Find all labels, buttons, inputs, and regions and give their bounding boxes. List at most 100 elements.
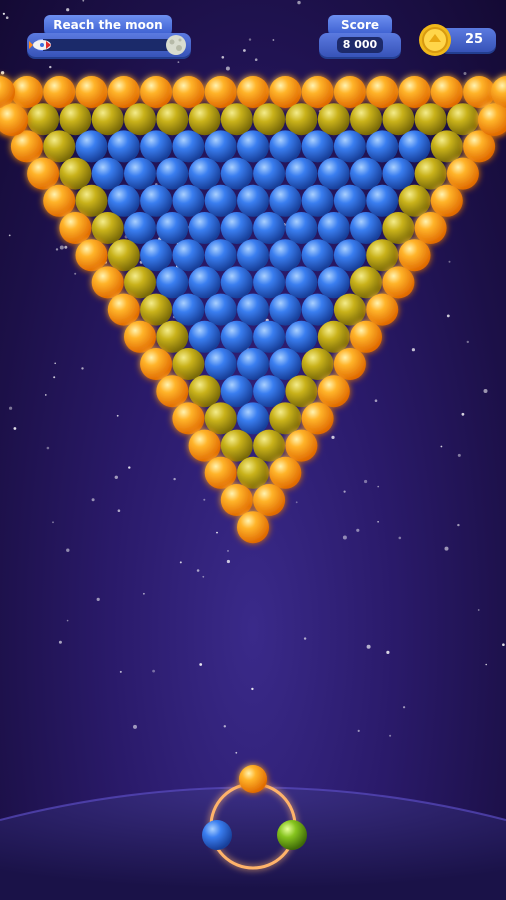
star xyxy=(477,609,480,611)
blue-bubble xyxy=(172,293,205,326)
star xyxy=(243,49,246,52)
coin-count: 25 xyxy=(464,32,484,47)
blue-bubble xyxy=(301,293,334,326)
current-bubble[interactable] xyxy=(239,765,267,793)
score-panel: 8 000 xyxy=(319,33,401,57)
yellow-bubble xyxy=(237,456,269,489)
star xyxy=(483,389,488,393)
orange-bubble xyxy=(0,76,15,108)
blue-bubble xyxy=(398,130,431,163)
star xyxy=(117,509,121,512)
blue-bubble xyxy=(156,157,189,190)
star xyxy=(52,521,54,524)
next-bubble-green[interactable] xyxy=(277,820,307,850)
orange-bubble xyxy=(333,348,366,380)
orange-bubble xyxy=(398,239,431,272)
yellow-bubble xyxy=(91,103,124,136)
yellow-bubble xyxy=(172,348,205,380)
orange-bubble xyxy=(446,157,479,190)
yellow-bubble xyxy=(124,266,156,299)
star xyxy=(223,725,226,728)
yellow-bubble xyxy=(430,130,463,163)
orange-bubble xyxy=(75,76,108,108)
star xyxy=(54,362,56,365)
blue-bubble xyxy=(107,184,140,217)
blue-bubble xyxy=(75,130,108,163)
blue-bubble xyxy=(333,239,366,272)
goal-panel xyxy=(27,33,191,57)
star xyxy=(398,536,402,540)
next-bubble-blue[interactable] xyxy=(202,820,232,850)
yellow-bubble xyxy=(27,103,60,136)
blue-bubble xyxy=(204,348,237,380)
blue-bubble xyxy=(220,212,253,244)
blue-bubble xyxy=(204,293,237,326)
yellow-bubble xyxy=(124,103,156,136)
blue-bubble xyxy=(237,402,269,435)
game-screen: Reach the moon Score 8 000 25 xyxy=(0,0,506,900)
yellow-bubble xyxy=(382,212,415,244)
star xyxy=(82,0,85,2)
orange-bubble xyxy=(269,76,302,108)
orange-bubble xyxy=(107,76,140,108)
blue-bubble xyxy=(253,157,286,190)
star xyxy=(403,706,406,709)
blue-bubble xyxy=(285,320,318,353)
orange-bubble xyxy=(333,76,366,108)
star xyxy=(13,427,17,430)
blue-bubble xyxy=(172,239,205,272)
orange-bubble xyxy=(43,76,76,108)
blue-bubble xyxy=(204,184,237,217)
yellow-bubble xyxy=(91,212,124,244)
orange-bubble xyxy=(430,76,463,108)
blue-bubble xyxy=(269,130,302,163)
blue-bubble xyxy=(366,184,399,217)
orange-bubble xyxy=(366,76,399,108)
blue-bubble xyxy=(188,157,221,190)
star xyxy=(343,490,346,493)
yellow-bubble xyxy=(59,157,92,190)
star xyxy=(331,435,335,439)
blue-bubble xyxy=(91,157,124,190)
blue-bubble xyxy=(253,375,286,408)
blue-bubble xyxy=(253,320,286,353)
star xyxy=(448,260,451,263)
blue-bubble xyxy=(317,212,350,244)
star xyxy=(440,445,443,448)
star xyxy=(411,348,415,352)
score-label: Score xyxy=(328,15,392,35)
orange-bubble xyxy=(301,402,334,435)
yellow-bubble xyxy=(188,375,221,408)
star xyxy=(446,314,450,318)
coin-icon[interactable] xyxy=(417,22,453,58)
goal-progress-bar xyxy=(35,39,185,51)
star xyxy=(55,248,59,251)
blue-bubble xyxy=(107,130,140,163)
blue-bubble xyxy=(237,293,269,326)
star xyxy=(133,724,137,729)
yellow-bubble xyxy=(75,184,108,217)
yellow-bubble xyxy=(317,103,350,136)
bubble-board xyxy=(0,76,506,544)
blue-bubble xyxy=(204,239,237,272)
yellow-bubble xyxy=(446,103,479,136)
star xyxy=(357,729,360,733)
blue-bubble xyxy=(220,266,253,299)
star xyxy=(114,475,119,479)
star xyxy=(457,453,461,457)
star xyxy=(119,670,122,673)
star xyxy=(5,16,9,20)
orange-bubble xyxy=(124,320,156,353)
star xyxy=(91,498,95,502)
score-value: 8 000 xyxy=(337,37,383,53)
star xyxy=(295,501,298,504)
yellow-bubble xyxy=(220,103,253,136)
blue-bubble xyxy=(140,184,173,217)
orange-bubble xyxy=(285,429,318,462)
star xyxy=(196,569,200,572)
yellow-bubble xyxy=(204,402,237,435)
orange-bubble xyxy=(382,266,415,299)
star xyxy=(216,531,218,534)
star xyxy=(254,58,258,61)
orange-bubble xyxy=(398,76,431,108)
